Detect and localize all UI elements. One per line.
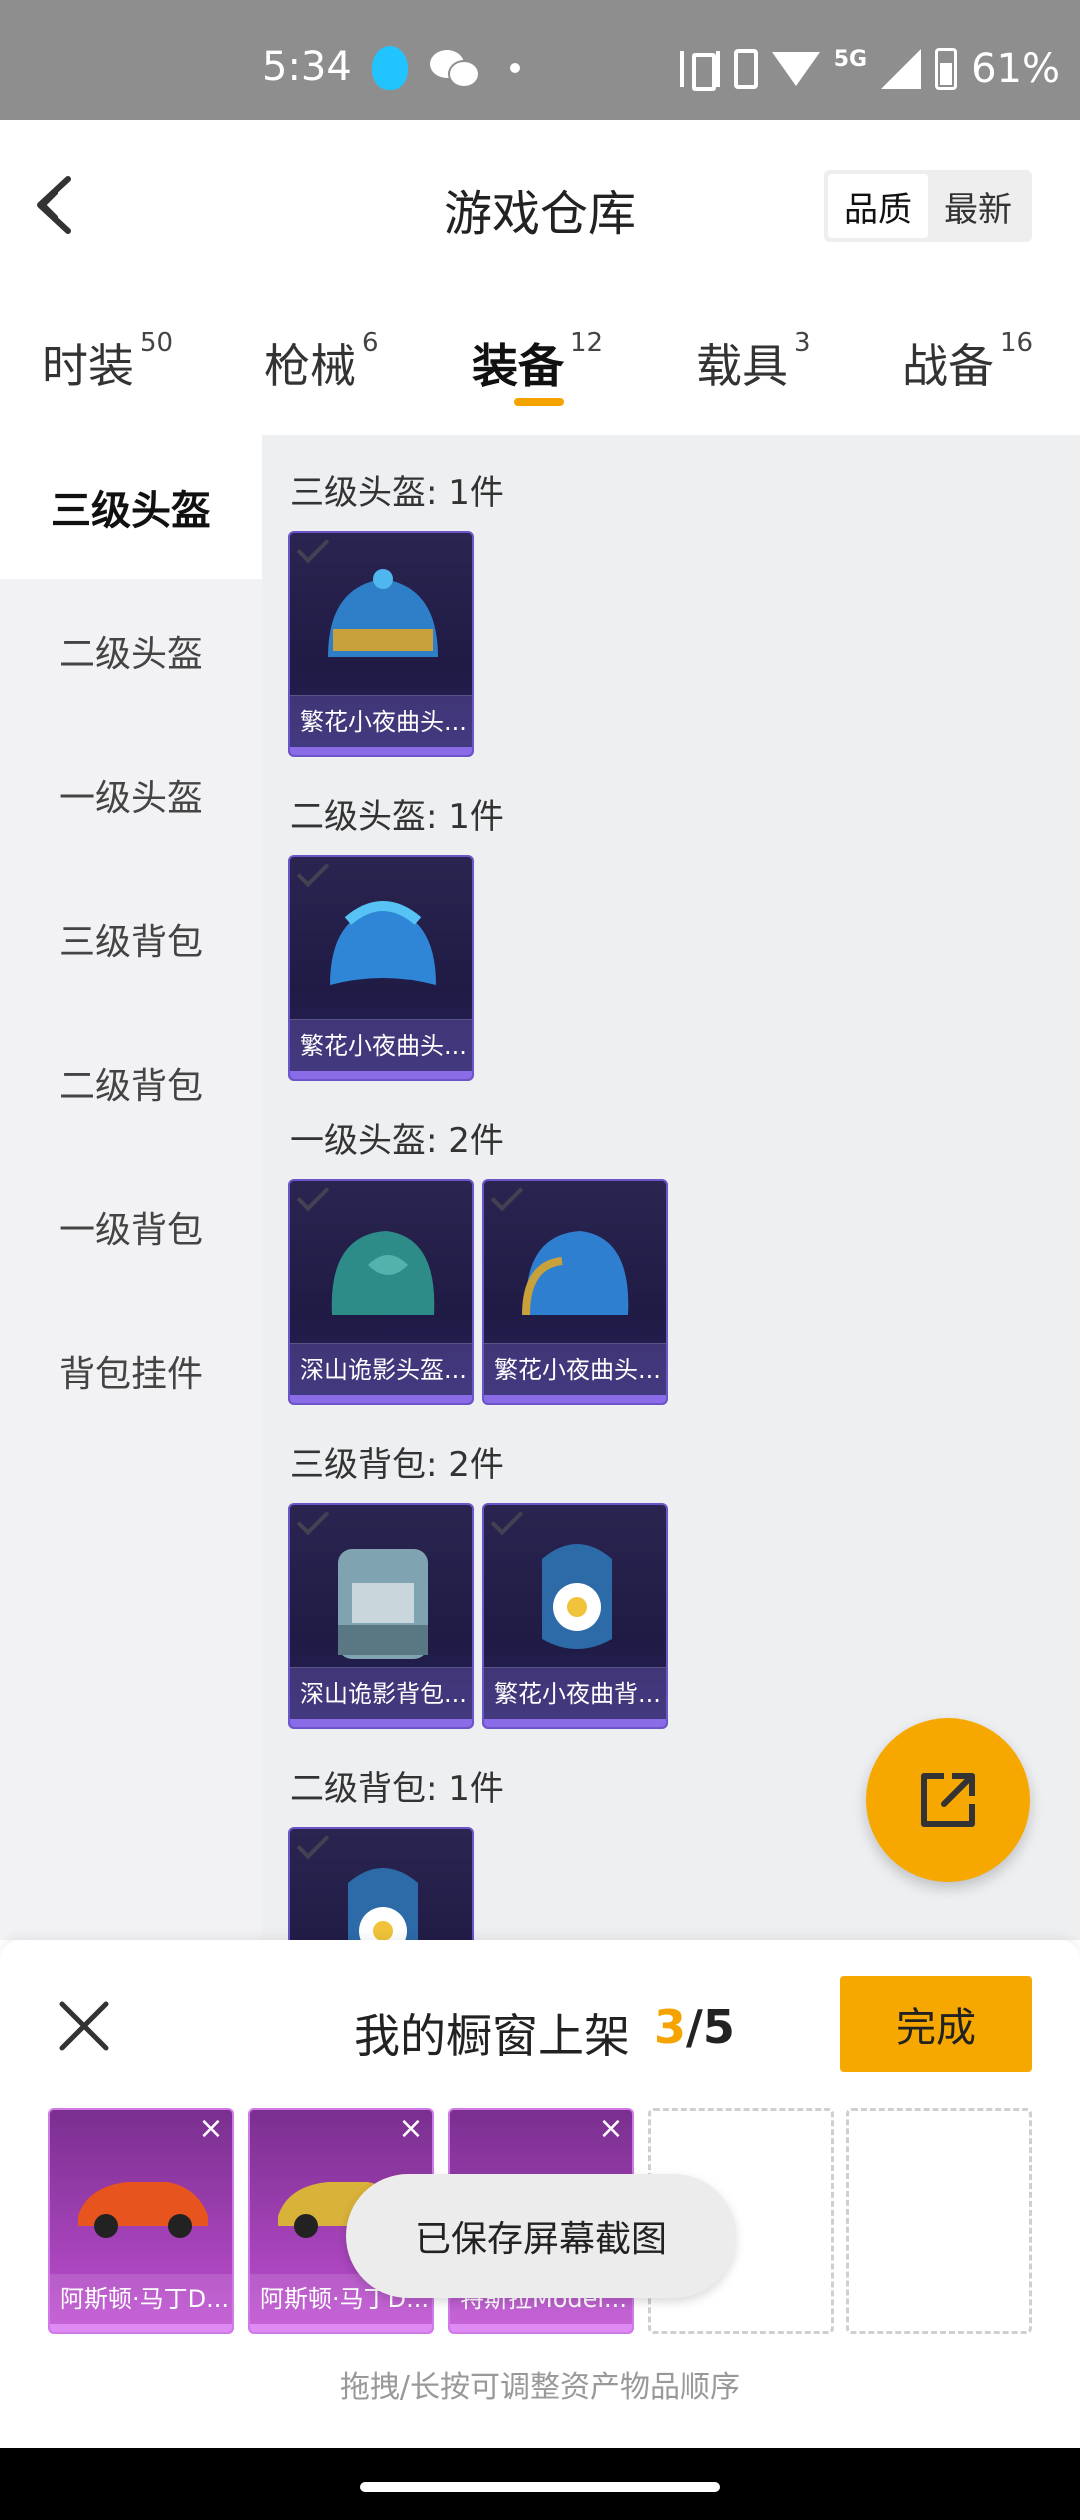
rarity-bar bbox=[290, 1719, 472, 1727]
vibrate-icon bbox=[679, 51, 720, 91]
share-fab-button[interactable] bbox=[866, 1718, 1030, 1882]
rarity-bar bbox=[290, 747, 472, 755]
tab-count: 6 bbox=[362, 328, 379, 358]
item-card[interactable]: 繁花小夜曲头... bbox=[288, 531, 474, 757]
status-time: 5:34 bbox=[262, 44, 352, 90]
showcase-current-count: 3 bbox=[654, 2000, 687, 2054]
rarity-bar bbox=[484, 1719, 666, 1727]
sort-by-quality-button[interactable]: 品质 bbox=[828, 174, 928, 238]
sidebar-item-level1-helmet[interactable]: 一级头盔 bbox=[0, 723, 262, 867]
item-grid: 三级头盔: 1件 繁花小夜曲头... 二级头盔: 1件 繁花小夜曲头... 一级… bbox=[262, 435, 1080, 1940]
sidebar-item-level2-backpack[interactable]: 二级背包 bbox=[0, 1011, 262, 1155]
sidebar-item-level1-backpack[interactable]: 一级背包 bbox=[0, 1155, 262, 1299]
signal-icon bbox=[881, 49, 922, 89]
car-icon bbox=[78, 2182, 208, 2238]
sort-by-newest-button[interactable]: 最新 bbox=[928, 174, 1028, 238]
section-title: 三级背包: 2件 bbox=[290, 1445, 504, 1485]
tab-label: 时装 bbox=[42, 339, 134, 393]
nfc-icon bbox=[733, 49, 758, 89]
helmet-icon bbox=[331, 1231, 435, 1315]
close-icon[interactable] bbox=[56, 1998, 112, 2054]
item-name: 繁花小夜曲头... bbox=[290, 1019, 472, 1071]
screenshot-saved-toast: 已保存屏幕截图 bbox=[346, 2174, 736, 2298]
share-icon bbox=[921, 1773, 975, 1827]
tab-label: 战备 bbox=[902, 339, 994, 393]
tab-count: 16 bbox=[1000, 328, 1034, 358]
section-title: 二级头盔: 1件 bbox=[290, 797, 504, 837]
showcase-slot[interactable]: × 阿斯顿·马丁D... bbox=[48, 2108, 234, 2334]
backpack-icon bbox=[348, 1868, 418, 1940]
slot-item-name: 阿斯顿·马丁D... bbox=[50, 2274, 232, 2324]
helmet-icon bbox=[328, 569, 438, 657]
section-title: 三级头盔: 1件 bbox=[290, 473, 504, 513]
navigation-bar bbox=[0, 2448, 1080, 2520]
tab-vehicles[interactable]: 载具 3 bbox=[696, 328, 811, 396]
remove-slot-icon[interactable]: × bbox=[598, 2114, 624, 2144]
battery-icon bbox=[935, 48, 958, 90]
reorder-hint: 拖拽/长按可调整资产物品顺序 bbox=[339, 2370, 741, 2405]
item-card[interactable]: 繁花小夜曲头... bbox=[482, 1179, 668, 1405]
wifi-icon bbox=[771, 52, 820, 86]
tab-count: 3 bbox=[794, 328, 811, 358]
subcategory-sidebar: 三级头盔 二级头盔 一级头盔 三级背包 二级背包 一级背包 背包挂件 bbox=[0, 435, 262, 1940]
tab-count: 50 bbox=[140, 328, 174, 358]
active-tab-indicator bbox=[514, 398, 564, 406]
rarity-bar bbox=[250, 2324, 432, 2332]
section-title: 一级头盔: 2件 bbox=[290, 1121, 504, 1161]
helmet-icon bbox=[330, 901, 436, 985]
sidebar-item-level3-backpack[interactable]: 三级背包 bbox=[0, 867, 262, 1011]
tab-supplies[interactable]: 战备 16 bbox=[902, 328, 1034, 396]
tab-fashion[interactable]: 时装 50 bbox=[42, 328, 174, 396]
helmet-icon bbox=[522, 1231, 629, 1316]
item-name: 深山诡影背包... bbox=[290, 1667, 472, 1719]
rarity-bar bbox=[290, 1071, 472, 1079]
remove-slot-icon[interactable]: × bbox=[398, 2114, 424, 2144]
item-name: 繁花小夜曲头... bbox=[290, 695, 472, 747]
backpack-icon bbox=[542, 1544, 612, 1649]
battery-percent: 61% bbox=[971, 46, 1060, 92]
tab-equipment[interactable]: 装备 12 bbox=[472, 328, 604, 396]
item-card[interactable]: 深山诡影背包... bbox=[288, 1503, 474, 1729]
showcase-title: 我的橱窗上架 bbox=[354, 2009, 630, 2063]
item-name: 繁花小夜曲头... bbox=[484, 1343, 666, 1395]
item-card[interactable]: 深山诡影头盔... bbox=[288, 1179, 474, 1405]
category-tabs: 时装 50 枪械 6 装备 12 载具 3 战备 16 bbox=[0, 290, 1080, 435]
header: 游戏仓库 品质 最新 bbox=[0, 120, 1080, 290]
sidebar-item-backpack-charm[interactable]: 背包挂件 bbox=[0, 1299, 262, 1443]
sidebar-item-level2-helmet[interactable]: 二级头盔 bbox=[0, 579, 262, 723]
home-gesture-handle[interactable] bbox=[360, 2482, 720, 2492]
tab-label: 枪械 bbox=[264, 339, 356, 393]
tab-label: 载具 bbox=[696, 339, 788, 393]
wechat-notification-icon bbox=[430, 50, 480, 88]
showcase-total-count: /5 bbox=[686, 2000, 735, 2054]
tab-guns[interactable]: 枪械 6 bbox=[264, 328, 379, 396]
item-card[interactable] bbox=[288, 1827, 474, 1940]
rarity-bar bbox=[450, 2324, 632, 2332]
item-name: 繁花小夜曲背... bbox=[484, 1667, 666, 1719]
done-button[interactable]: 完成 bbox=[840, 1976, 1032, 2072]
sidebar-item-level3-helmet[interactable]: 三级头盔 bbox=[0, 435, 262, 579]
item-name: 深山诡影头盔... bbox=[290, 1343, 472, 1395]
rarity-bar bbox=[290, 1395, 472, 1403]
rarity-bar bbox=[484, 1395, 666, 1403]
empty-showcase-slot[interactable] bbox=[846, 2108, 1032, 2334]
qq-notification-icon bbox=[372, 46, 408, 90]
tab-label: 装备 bbox=[472, 339, 564, 393]
rarity-bar bbox=[50, 2324, 232, 2332]
backpack-icon bbox=[338, 1549, 428, 1659]
remove-slot-icon[interactable]: × bbox=[198, 2114, 224, 2144]
item-card[interactable]: 繁花小夜曲头... bbox=[288, 855, 474, 1081]
sort-toggle: 品质 最新 bbox=[824, 170, 1032, 242]
status-bar: 5:34 5G 61% bbox=[0, 0, 1080, 120]
network-type-label: 5G bbox=[833, 46, 868, 72]
item-card[interactable]: 繁花小夜曲背... bbox=[482, 1503, 668, 1729]
more-notifications-icon bbox=[510, 63, 520, 73]
section-title: 二级背包: 1件 bbox=[290, 1769, 504, 1809]
showcase-count: 3/5 bbox=[654, 2000, 735, 2054]
tab-count: 12 bbox=[570, 328, 604, 358]
